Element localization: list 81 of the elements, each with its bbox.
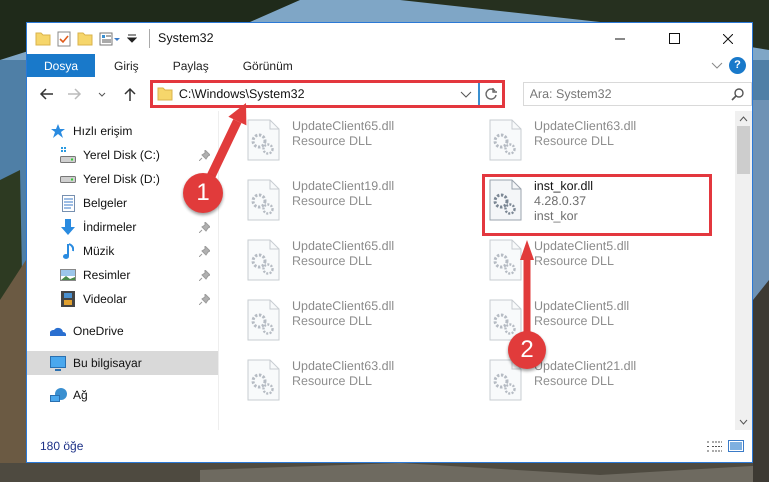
address-bar[interactable]: C:\Windows\System32 <box>152 82 503 106</box>
window-title: System32 <box>149 29 214 48</box>
large-icons-view-icon[interactable] <box>728 440 744 452</box>
up-icon <box>122 86 137 102</box>
dropdown-icon[interactable] <box>460 90 472 98</box>
sidebar-item[interactable]: İndirmeler <box>83 218 136 236</box>
file-name[interactable]: inst_kor.dll <box>534 179 594 194</box>
cloud-icon <box>50 326 66 336</box>
file-detail: Resource DLL <box>534 254 615 269</box>
sidebar-item[interactable]: Videolar <box>83 290 127 308</box>
dll-file-icon[interactable] <box>489 299 522 341</box>
file-detail: Resource DLL <box>534 314 615 329</box>
dll-file-icon[interactable] <box>247 359 280 401</box>
pin-icon[interactable] <box>199 222 210 232</box>
pin-icon[interactable] <box>199 246 210 256</box>
forward-icon <box>67 87 82 101</box>
details-view-icon[interactable] <box>707 440 722 452</box>
dll-file-icon[interactable] <box>489 239 522 281</box>
item-count: 180 öğe <box>40 438 84 455</box>
properties-icon[interactable] <box>99 32 121 46</box>
sidebar-item[interactable]: Bu bilgisayar <box>73 354 142 372</box>
network-icon <box>50 388 66 402</box>
dll-file-icon[interactable] <box>489 179 522 221</box>
sidebar-item[interactable]: Belgeler <box>83 194 128 212</box>
scroll-thumb[interactable] <box>737 126 750 174</box>
caret-icon <box>98 92 106 96</box>
refresh-icon[interactable] <box>484 87 498 101</box>
scrollbar[interactable] <box>735 111 752 430</box>
search-icon <box>730 87 745 101</box>
file-detail: Resource DLL <box>292 314 373 329</box>
pin-icon[interactable] <box>199 294 210 304</box>
sidebar-item[interactable]: Müzik <box>83 242 114 260</box>
star-icon <box>50 124 66 138</box>
minimize-icon <box>615 38 625 40</box>
help-button[interactable]: ? <box>729 57 746 74</box>
sidebar-item[interactable]: Hızlı erişim <box>73 122 132 140</box>
dll-file-icon[interactable] <box>247 299 280 341</box>
file-detail: Resource DLL <box>292 194 373 209</box>
ribbon-tab[interactable]: Görünüm <box>228 54 308 77</box>
down-arrow-icon <box>61 219 75 235</box>
file-detail: inst_kor <box>534 209 579 224</box>
close-icon <box>723 34 733 44</box>
sidebar-item[interactable]: Yerel Disk (D:) <box>83 170 160 188</box>
dll-file-icon[interactable] <box>247 179 280 221</box>
film-icon <box>61 291 75 307</box>
back-icon <box>39 87 54 101</box>
scroll-up-icon[interactable] <box>739 116 748 122</box>
scroll-down-icon[interactable] <box>739 419 748 425</box>
dll-file-icon[interactable] <box>489 119 522 161</box>
dll-file-icon[interactable] <box>247 239 280 281</box>
drive-icon <box>60 176 76 182</box>
monitor-icon <box>50 356 66 370</box>
sidebar-item[interactable]: Yerel Disk (C:) <box>83 146 160 164</box>
document-icon <box>62 194 74 212</box>
folder-icon <box>156 87 173 101</box>
ribbon-tab[interactable]: Dosya <box>27 54 96 77</box>
dll-file-icon[interactable] <box>489 359 522 401</box>
file-detail: 4.28.0.37 <box>534 194 588 209</box>
sidebar-item[interactable]: Resimler <box>83 266 130 284</box>
pin-icon[interactable] <box>199 150 210 160</box>
file-detail: Resource DLL <box>292 374 373 389</box>
dll-file-icon[interactable] <box>247 119 280 161</box>
customize-icon[interactable] <box>127 34 137 43</box>
file-detail: Resource DLL <box>534 374 615 389</box>
picture-icon <box>60 269 76 281</box>
file-detail: Resource DLL <box>292 254 373 269</box>
folder-icon[interactable] <box>77 32 93 46</box>
ribbon-tab[interactable]: Paylaş <box>158 54 224 77</box>
chevron-down-icon[interactable] <box>711 62 723 69</box>
music-note-icon <box>62 243 74 259</box>
folder-icon[interactable] <box>35 32 51 46</box>
file-detail: Resource DLL <box>534 134 615 149</box>
sidebar-item[interactable]: OneDrive <box>73 322 124 340</box>
pin-icon[interactable] <box>199 270 210 280</box>
file-detail: Resource DLL <box>292 134 373 149</box>
search-box[interactable]: Ara: System32 <box>522 82 752 106</box>
maximize-icon <box>668 33 680 44</box>
drive-icon <box>60 147 76 163</box>
ribbon-tab[interactable]: Giriş <box>99 54 154 77</box>
sidebar-item[interactable]: Ağ <box>73 386 88 404</box>
checklist-icon[interactable] <box>57 30 71 46</box>
